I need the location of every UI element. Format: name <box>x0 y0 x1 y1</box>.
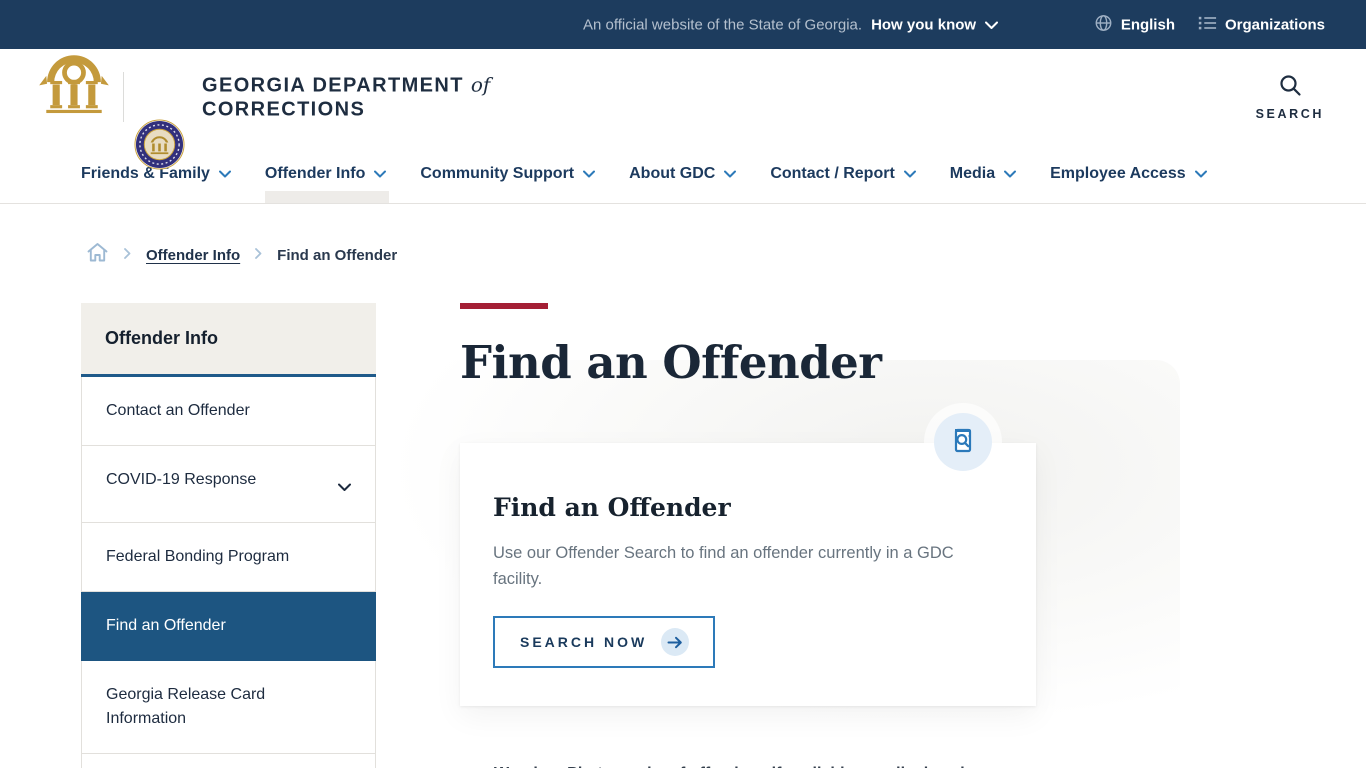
nav-label: Offender Info <box>264 165 366 182</box>
nav-item-offender-info[interactable]: Offender Info <box>264 145 390 203</box>
header-divider <box>123 72 124 122</box>
site-header: GEORGIA DEPARTMENT of CORRECTIONS SEARCH <box>0 30 1366 170</box>
nav-label: Media <box>949 165 996 182</box>
organizations-label: Organizations <box>1224 16 1325 33</box>
sidebar-item-georgia-release-card[interactable]: Georgia Release Card Information <box>81 661 376 754</box>
nav-item-contact-report[interactable]: Contact / Report <box>770 145 916 203</box>
search-label: SEARCH <box>1255 107 1324 121</box>
breadcrumb-separator-icon <box>124 246 131 264</box>
nav-label: About GDC <box>629 165 716 182</box>
organizations-link[interactable]: Organizations <box>1197 15 1325 34</box>
official-state-bar: An official website of the State of Geor… <box>0 0 1366 49</box>
arch-icon <box>39 55 109 114</box>
seal-icon <box>134 119 185 170</box>
sidebar-item-label: Georgia Release Card Information <box>106 686 266 727</box>
official-statement: An official website of the State of Geor… <box>583 16 863 33</box>
sidebar-item-incarcerated-veterans[interactable]: Incarcerated Veterans <box>81 754 376 768</box>
nav-item-about-gdc[interactable]: About GDC <box>629 145 737 203</box>
official-statement-group: An official website of the State of Geor… <box>583 16 999 33</box>
agency-name-line2: CORRECTIONS <box>202 98 366 121</box>
chevron-down-icon <box>374 165 387 183</box>
header-search-button[interactable]: SEARCH <box>1256 73 1324 121</box>
breadcrumb-separator-icon <box>255 246 262 264</box>
main-content: Find an Offender Find an Offender Use ou… <box>460 303 1036 768</box>
breadcrumb-offender-info[interactable]: Offender Info <box>146 247 240 264</box>
chevron-down-icon <box>583 165 596 183</box>
find-offender-card: Find an Offender Use our Offender Search… <box>460 413 1036 706</box>
nav-item-media[interactable]: Media <box>949 145 1017 203</box>
document-search-icon <box>949 425 977 460</box>
sidebar-item-label: Federal Bonding Program <box>106 548 290 565</box>
chevron-down-icon <box>985 16 999 33</box>
title-accent-bar <box>460 303 548 309</box>
nav-label: Contact / Report <box>770 165 895 182</box>
nav-label: Community Support <box>420 165 575 182</box>
warning-text: Warning: Photographs of offenders, if av… <box>494 762 965 768</box>
sidebar-title[interactable]: Offender Info <box>81 303 376 377</box>
sidebar-item-federal-bonding-program[interactable]: Federal Bonding Program <box>81 523 376 592</box>
nav-label: Employee Access <box>1050 165 1186 182</box>
home-icon[interactable] <box>86 242 109 268</box>
nav-item-employee-access[interactable]: Employee Access <box>1050 145 1207 203</box>
sidebar-item-label: Contact an Offender <box>106 402 250 419</box>
chevron-down-icon <box>1004 165 1017 183</box>
breadcrumb-current: Find an Offender <box>277 246 398 264</box>
corrections-seal-logo[interactable] <box>134 119 185 170</box>
chevron-down-icon <box>724 165 737 183</box>
sidebar-item-contact-an-offender[interactable]: Contact an Offender <box>81 377 376 446</box>
agency-name-of: of <box>470 72 491 97</box>
globe-icon <box>1094 13 1113 36</box>
page: An official website of the State of Geor… <box>0 0 1366 768</box>
warning-list-item: Warning: Photographs of offenders, if av… <box>460 762 1036 768</box>
main-nav: Friends & Family Offender Info Community… <box>0 145 1366 204</box>
search-now-label: SEARCH NOW <box>520 634 648 650</box>
chevron-down-icon <box>218 165 231 183</box>
sidebar-item-label: Find an Offender <box>106 617 226 634</box>
chevron-down-icon[interactable] <box>338 476 351 500</box>
topbar-links: English Organizations <box>1094 13 1325 36</box>
card-description: Use our Offender Search to find an offen… <box>493 544 954 588</box>
agency-name-line1: GEORGIA DEPARTMENT <box>202 74 464 97</box>
org-list-icon <box>1197 15 1217 34</box>
breadcrumb: Offender Info Find an Offender <box>86 242 397 268</box>
search-icon <box>1277 73 1303 102</box>
nav-item-community-support[interactable]: Community Support <box>420 145 596 203</box>
sidebar-offender-info: Offender Info Contact an Offender COVID-… <box>81 303 376 768</box>
how-you-know-label: How you know <box>871 16 977 33</box>
sidebar-item-find-an-offender[interactable]: Find an Offender <box>81 592 376 661</box>
language-label: English <box>1120 16 1175 33</box>
agency-title[interactable]: GEORGIA DEPARTMENT of CORRECTIONS <box>202 73 490 122</box>
offender-search-badge <box>934 413 992 471</box>
arrow-right-icon <box>661 628 690 656</box>
sidebar-item-covid-19-response[interactable]: COVID-19 Response <box>81 446 376 523</box>
language-selector[interactable]: English <box>1094 13 1175 36</box>
chevron-down-icon <box>903 165 916 183</box>
card-title: Find an Offender <box>493 493 731 522</box>
sidebar-item-label: COVID-19 Response <box>106 471 257 488</box>
page-title: Find an Offender <box>460 336 882 389</box>
chevron-down-icon <box>1194 165 1207 183</box>
search-now-button[interactable]: SEARCH NOW <box>493 616 716 668</box>
how-you-know-toggle[interactable]: How you know <box>871 16 999 33</box>
